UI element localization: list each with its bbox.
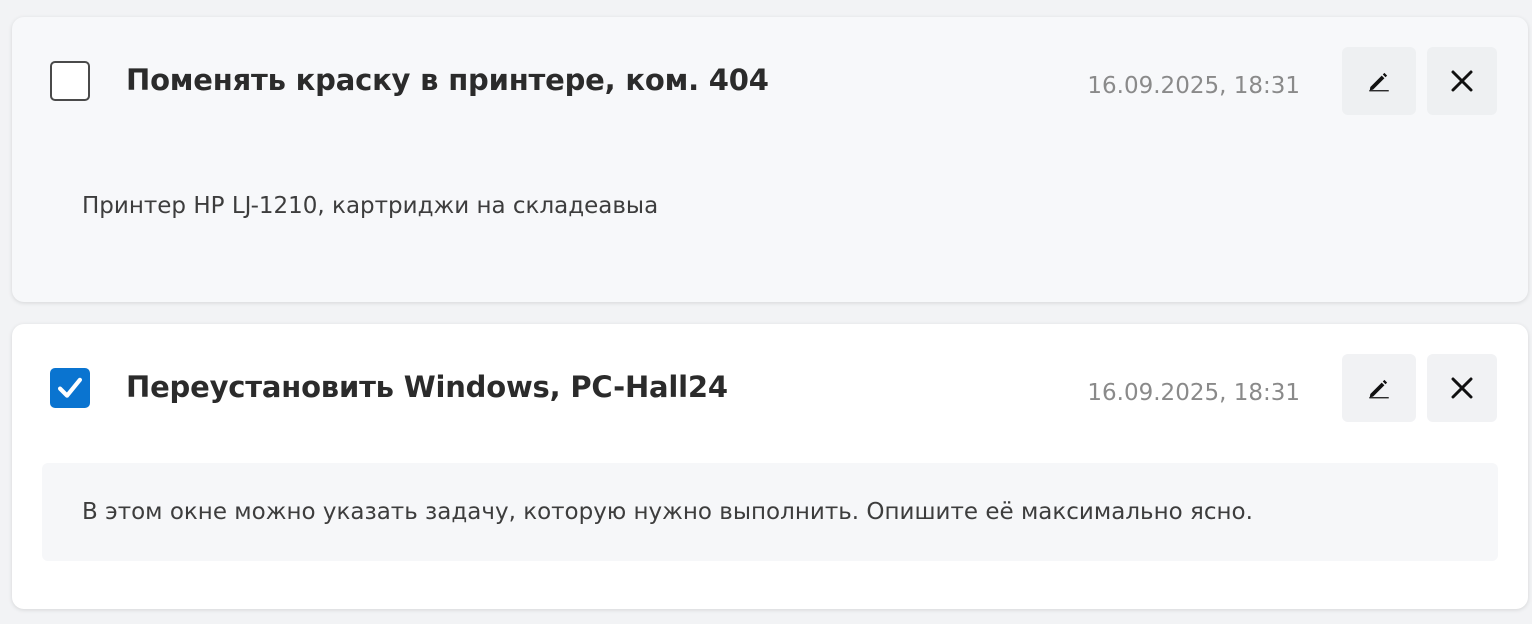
- close-icon: [1451, 70, 1473, 92]
- edit-button[interactable]: [1342, 47, 1416, 115]
- task-description: В этом окне можно указать задачу, котору…: [42, 463, 1498, 561]
- delete-button[interactable]: [1427, 354, 1497, 422]
- task-checkbox[interactable]: [50, 368, 90, 408]
- task-card: Переустановить Windows, PC-Hall24 16.09.…: [12, 324, 1528, 609]
- task-title: Поменять краску в принтере, ком. 404: [126, 63, 769, 97]
- task-date: 16.09.2025, 18:31: [1087, 380, 1300, 406]
- task-description: Принтер HP LJ-1210, картриджи на складеа…: [82, 193, 659, 219]
- pencil-icon: [1369, 379, 1389, 399]
- checkmark-icon: [57, 377, 83, 398]
- pencil-icon: [1369, 72, 1389, 92]
- close-icon: [1451, 377, 1473, 399]
- task-card: Поменять краску в принтере, ком. 404 16.…: [12, 17, 1528, 302]
- delete-button[interactable]: [1427, 47, 1497, 115]
- task-title: Переустановить Windows, PC-Hall24: [126, 370, 728, 404]
- task-checkbox[interactable]: [50, 61, 90, 101]
- task-date: 16.09.2025, 18:31: [1087, 73, 1300, 99]
- edit-button[interactable]: [1342, 354, 1416, 422]
